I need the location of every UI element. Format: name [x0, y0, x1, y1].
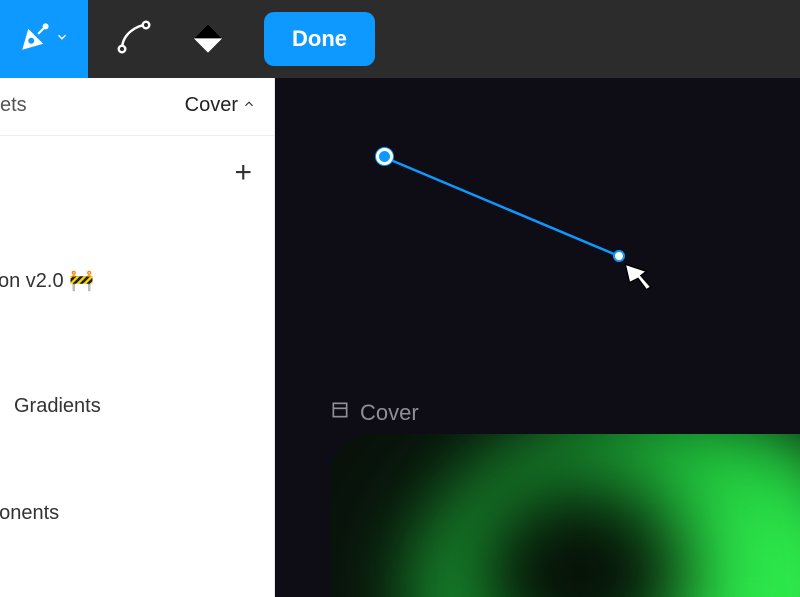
pen-cursor-icon [621, 260, 655, 299]
vector-path[interactable] [383, 155, 625, 259]
frame-icon [330, 400, 350, 426]
chevron-up-icon [242, 94, 256, 117]
chevron-down-icon [55, 30, 69, 49]
page-item[interactable]: tion v2.0 🚧 [0, 256, 274, 305]
left-sidebar: ssets Cover + tion v2.0 🚧 Gradients pone… [0, 78, 275, 597]
add-page-button[interactable]: + [234, 158, 252, 188]
pen-tool-button[interactable] [0, 0, 88, 78]
paint-bucket-button[interactable] [180, 11, 236, 67]
assets-tab[interactable]: ssets [0, 94, 27, 117]
bend-tool-icon [116, 19, 152, 60]
frame-name: Cover [360, 400, 419, 426]
canvas-area[interactable]: Cover [275, 78, 800, 597]
page-name-label: Cover [185, 94, 238, 117]
frame-label[interactable]: Cover [330, 400, 419, 426]
plus-icon: + [234, 156, 252, 189]
bend-tool-button[interactable] [106, 11, 162, 67]
done-button[interactable]: Done [264, 12, 375, 66]
page-item[interactable]: Gradients [4, 383, 274, 430]
top-toolbar: Done [0, 0, 800, 78]
page-item[interactable]: ponents [0, 490, 274, 537]
paint-bucket-icon [191, 20, 225, 59]
page-selector[interactable]: Cover [185, 94, 256, 117]
vector-anchor-start[interactable] [376, 148, 393, 165]
cover-frame[interactable] [330, 434, 800, 597]
pen-tool-icon [20, 22, 50, 57]
